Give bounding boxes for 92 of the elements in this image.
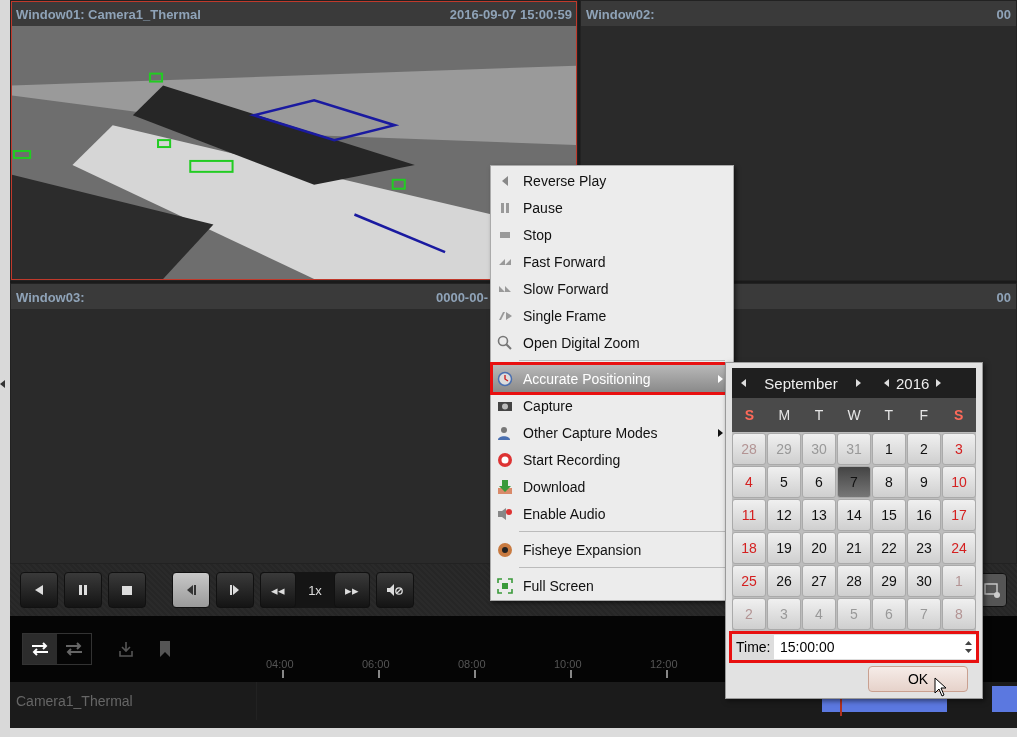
window-title-bar[interactable]: Window02: 00	[581, 1, 1016, 26]
fullscreen-icon	[497, 577, 513, 594]
download-icon	[497, 478, 513, 495]
swap-arrows-icon	[30, 642, 50, 656]
eye-icon	[497, 541, 513, 558]
calendar-day[interactable]: 13	[802, 499, 836, 531]
calendar-day[interactable]: 9	[907, 466, 941, 498]
window-timestamp: 00	[996, 289, 1011, 305]
calendar-day[interactable]: 21	[837, 532, 871, 564]
weekday-label: S	[743, 407, 756, 423]
calendar-day[interactable]: 8	[872, 466, 906, 498]
calendar-day[interactable]: 15	[872, 499, 906, 531]
slower-button[interactable]: ◂◂	[260, 572, 296, 608]
bookmark-icon[interactable]	[160, 641, 170, 657]
record-icon	[497, 451, 513, 468]
year-label: 2016	[896, 374, 930, 392]
stop-button[interactable]	[108, 572, 146, 608]
weekday-label: M	[777, 407, 792, 423]
spinner-arrows-icon[interactable]	[965, 640, 972, 654]
faster-button[interactable]: ▸▸	[334, 572, 370, 608]
download-icon[interactable]	[118, 641, 134, 657]
timeline-view-toggle[interactable]	[23, 634, 57, 664]
calendar-day[interactable]: 2	[907, 433, 941, 465]
mouse-pointer-icon	[934, 677, 948, 697]
window-timestamp: 00	[996, 6, 1011, 22]
frame-forward-button[interactable]	[216, 572, 254, 608]
calendar-day[interactable]: 20	[802, 532, 836, 564]
calendar-day[interactable]: 14	[837, 499, 871, 531]
window-title: Window01: Camera1_Thermal	[16, 6, 201, 22]
magnifier-icon	[497, 334, 513, 351]
calendar-day[interactable]: 1	[872, 433, 906, 465]
menu-item[interactable]: Stop	[493, 221, 731, 248]
timeline-tick: 08:00	[458, 658, 554, 678]
month-label: September	[763, 374, 839, 392]
menu-item[interactable]: Open Digital Zoom	[493, 329, 731, 356]
weekday-label: W	[846, 407, 862, 423]
person-icon	[497, 424, 513, 441]
track-label: Camera1_Thermal	[10, 682, 257, 720]
reverse-play-button[interactable]	[20, 572, 58, 608]
window-title-bar[interactable]: Window01: Camera1_Thermal 2016-09-07 15:00:59	[11, 1, 577, 26]
muted-speaker-icon	[386, 583, 404, 597]
calendar-day[interactable]: 25	[732, 565, 766, 597]
calendar-day[interactable]: 10	[942, 466, 976, 498]
calendar-day[interactable]: 29	[872, 565, 906, 597]
calendar-day[interactable]: 27	[802, 565, 836, 597]
previous-month-icon[interactable]	[741, 379, 746, 387]
menu-item[interactable]: Pause	[493, 194, 731, 221]
weekday-label: F	[918, 407, 929, 423]
menu-item[interactable]: Fast Forward	[493, 248, 731, 275]
clock-icon	[497, 370, 513, 387]
calendar-day[interactable]: 19	[767, 532, 801, 564]
calendar-day[interactable]: 24	[942, 532, 976, 564]
weekday-label: T	[883, 407, 895, 423]
calendar-day[interactable]: 3	[942, 433, 976, 465]
calendar-day[interactable]: 22	[872, 532, 906, 564]
ok-button[interactable]: OK	[868, 666, 968, 692]
timeline-tick: 04:00	[266, 658, 362, 678]
calendar-day[interactable]: 4	[732, 466, 766, 498]
mute-button[interactable]	[376, 572, 414, 608]
calendar-day[interactable]: 6	[802, 466, 836, 498]
calendar-day[interactable]: 17	[942, 499, 976, 531]
calendar-day[interactable]: 5	[767, 466, 801, 498]
calendar-day[interactable]: 16	[907, 499, 941, 531]
calendar-day[interactable]: 23	[907, 532, 941, 564]
weekday-label: S	[952, 407, 965, 423]
speaker-icon	[497, 505, 513, 522]
time-label: Time:	[735, 639, 772, 655]
window-title: Window02:	[586, 6, 655, 22]
timeline-tick: 06:00	[362, 658, 458, 678]
weekday-label: T	[813, 407, 825, 423]
window-timestamp: 2016-09-07 15:00:59	[449, 6, 572, 22]
pause-icon	[76, 583, 90, 597]
menu-item[interactable]: Reverse Play	[493, 167, 731, 194]
frame-back-button[interactable]	[172, 572, 210, 608]
calendar-day[interactable]: 26	[767, 565, 801, 597]
speed-value: 1x	[307, 582, 323, 598]
previous-year-icon[interactable]	[884, 379, 889, 387]
swap-arrows-icon	[64, 642, 84, 656]
next-month-icon[interactable]	[856, 379, 861, 387]
window-title: Window03:	[16, 289, 85, 305]
calendar-day[interactable]: 28	[837, 565, 871, 597]
calendar-day[interactable]: 12	[767, 499, 801, 531]
calendar-day[interactable]: 11	[732, 499, 766, 531]
calendar-day[interactable]: 30	[907, 565, 941, 597]
timeline-tick: 10:00	[554, 658, 650, 678]
window-timestamp: 0000-00-	[435, 289, 488, 305]
calendar-day[interactable]: 18	[732, 532, 766, 564]
pause-button[interactable]	[64, 572, 102, 608]
screen-icon	[983, 581, 1001, 599]
collapse-arrow-icon[interactable]	[0, 379, 5, 388]
stop-icon	[120, 583, 134, 597]
next-year-icon[interactable]	[936, 379, 942, 387]
